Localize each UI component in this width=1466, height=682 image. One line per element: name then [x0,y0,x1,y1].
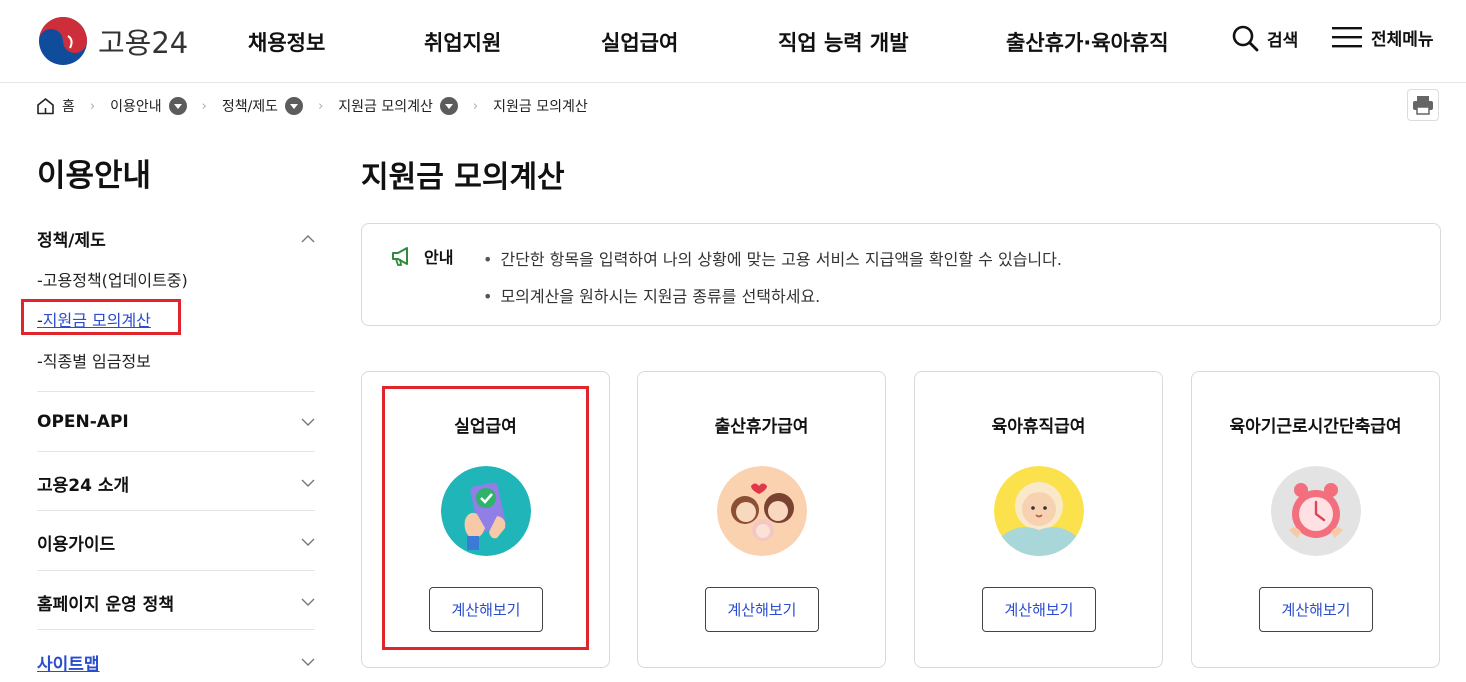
sidebar-group-about[interactable]: 고용24 소개 [37,471,315,496]
nav-job-training[interactable]: 직업 능력 개발 [778,27,909,57]
sidebar-divider [37,451,315,452]
chevron-down-icon [301,479,315,487]
sidebar-divider [37,510,315,511]
notice-line: 모의계산을 원하시는 지원금 종류를 선택하세요. [483,283,820,307]
sidebar-group-user-guide[interactable]: 이용가이드 [37,530,315,555]
breadcrumb-home[interactable]: 홈 [36,96,75,116]
alarm-clock-icon [1271,466,1361,556]
sidebar-title: 이용안내 [37,158,152,194]
breadcrumb-separator: › [472,98,479,114]
card-maternity-benefit: 출산휴가급여 계산해보기 [637,371,886,668]
card-title: 출산휴가급여 [714,417,809,437]
card-reduced-hours-benefit: 육아기근로시간단축급여 계산해보기 [1191,371,1440,668]
sidebar-group-label: 정책/제도 [37,231,106,251]
sidebar-group-sitemap[interactable]: 사이트맵 [37,650,315,675]
nav-employment-support[interactable]: 취업지원 [424,27,501,57]
sidebar-divider [37,629,315,630]
all-menu-label: 전체메뉴 [1371,29,1434,50]
breadcrumb-item-calc[interactable]: 지원금 모의계산 [338,96,458,116]
taegeuk-logo-icon [39,17,87,65]
breadcrumb-label: 지원금 모의계산 [338,99,433,115]
all-menu-button[interactable]: 전체메뉴 [1331,24,1434,50]
breadcrumb-home-label: 홈 [62,99,75,115]
search-icon [1232,25,1259,52]
notice-label: 안내 [390,244,453,268]
highlight-box-card [382,386,589,650]
megaphone-icon [392,247,408,266]
printer-icon [1413,96,1433,115]
home-icon [37,98,54,115]
breadcrumb: 홈 › 이용안내 › 정책/제도 › 지원금 모의계산 › 지원금 모의계산 [36,94,588,118]
parents-baby-icon [717,466,807,556]
sidebar-group-site-policy[interactable]: 홈페이지 운영 정책 [37,590,315,615]
baby-icon [994,466,1084,556]
notice-box: 안내 간단한 항목을 입력하여 나의 상황에 맞는 고용 서비스 지급액을 확인… [361,223,1441,326]
page-title: 지원금 모의계산 [361,160,565,195]
sidebar-group-open-api[interactable]: OPEN-API [37,412,315,432]
sidebar-item-wage-info[interactable]: -직종별 임금정보 [37,348,151,372]
notice-label-text: 안내 [424,248,454,267]
search-label: 검색 [1267,30,1299,51]
sidebar-item-label: 고용정책(업데이트중) [42,271,188,290]
chevron-up-icon [301,235,315,243]
breadcrumb-item-guide[interactable]: 이용안내 [110,96,187,116]
calculate-button[interactable]: 계산해보기 [705,587,819,632]
breadcrumb-current: 지원금 모의계산 [493,96,588,116]
sidebar-item-employment-policy[interactable]: -고용정책(업데이트중) [37,267,188,291]
logo-text: 고용24 [98,26,189,60]
chevron-down-icon [301,598,315,606]
search-button[interactable]: 검색 [1231,24,1298,52]
breadcrumb-separator: › [89,98,96,114]
card-title: 육아기근로시간단축급여 [1229,417,1402,437]
card-parental-leave-benefit: 육아휴직급여 계산해보기 [914,371,1163,668]
sidebar-group-label: OPEN-API [37,412,129,432]
dropdown-icon[interactable] [168,97,187,115]
breadcrumb-separator: › [318,98,324,114]
breadcrumb-label: 정책/제도 [221,99,279,115]
sidebar-divider [37,391,315,392]
chevron-down-icon [301,538,315,546]
calculate-button[interactable]: 계산해보기 [1259,587,1373,632]
sidebar-divider [37,570,315,571]
nav-unemployment-benefit[interactable]: 실업급여 [601,27,678,57]
card-title: 육아휴직급여 [991,417,1086,437]
chevron-down-icon [301,658,315,666]
chevron-down-icon [301,418,315,426]
breadcrumb-label: 이용안내 [110,99,162,115]
breadcrumb-label: 지원금 모의계산 [493,99,588,115]
sidebar-group-label: 사이트맵 [37,655,100,675]
highlight-box-sidebar [21,299,181,335]
notice-line: 간단한 항목을 입력하여 나의 상황에 맞는 고용 서비스 지급액을 확인할 수… [483,246,1062,270]
nav-job-info[interactable]: 채용정보 [248,27,325,57]
site-logo[interactable]: 고용24 [38,16,188,66]
print-button[interactable] [1407,89,1439,121]
sidebar-group-label: 이용가이드 [37,535,116,555]
calculate-button[interactable]: 계산해보기 [982,587,1096,632]
breadcrumb-item-policy[interactable]: 정책/제도 [221,96,304,116]
sidebar-item-label: 직종별 임금정보 [42,352,151,371]
hamburger-menu-icon [1332,27,1362,48]
dropdown-icon[interactable] [285,97,304,115]
site-header: 고용24 채용정보 취업지원 실업급여 직업 능력 개발 출산휴가·육아휴직 검… [0,0,1466,83]
sidebar-group-label: 고용24 소개 [37,476,130,496]
breadcrumb-separator: › [201,98,207,114]
dropdown-icon[interactable] [439,97,458,115]
nav-maternity-leave[interactable]: 출산휴가·육아휴직 [1006,27,1169,57]
sidebar-group-policy[interactable]: 정책/제도 [37,226,315,251]
sidebar-group-label: 홈페이지 운영 정책 [37,595,174,615]
